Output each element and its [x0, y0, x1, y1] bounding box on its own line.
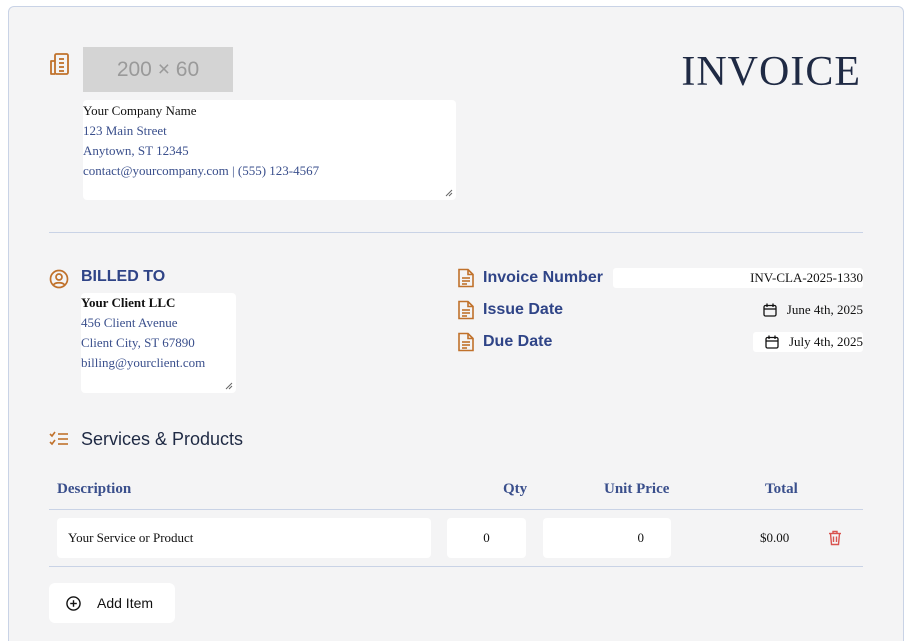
issue-date-picker[interactable]: June 4th, 2025 — [748, 300, 863, 320]
column-header-total: Total — [765, 481, 798, 497]
logo-placeholder[interactable]: 200 × 60 — [83, 47, 233, 92]
due-date-row: Due Date July 4th, 2025 — [457, 332, 863, 354]
document-icon — [458, 268, 474, 288]
company-contact: contact@yourcompany.com | (555) 123-4567 — [83, 163, 320, 178]
item-description-input[interactable]: Your Service or Product — [57, 518, 431, 558]
document-icon — [458, 300, 474, 320]
company-address-textarea[interactable]: Your Company Name 123 Main Street Anytow… — [83, 100, 456, 200]
table-row-divider — [49, 566, 863, 567]
client-street: 456 Client Avenue — [81, 315, 178, 330]
add-item-button[interactable]: Add Item — [49, 583, 175, 623]
client-city: Client City, ST 67890 — [81, 335, 195, 350]
invoice-number-input[interactable]: INV-CLA-2025-1330 — [613, 268, 863, 288]
plus-circle-icon — [66, 595, 81, 611]
item-description-value: Your Service or Product — [68, 530, 194, 545]
client-email: billing@yourclient.com — [81, 355, 206, 370]
issue-date-label: Issue Date — [483, 301, 564, 318]
header-divider — [49, 232, 863, 233]
billed-to-label: BILLED TO — [81, 268, 166, 285]
checklist-icon — [49, 431, 68, 446]
issue-date-value: June 4th, 2025 — [786, 302, 863, 317]
user-circle-icon — [49, 269, 69, 289]
invoice-number-value: INV-CLA-2025-1330 — [750, 270, 863, 285]
client-name: Your Client LLC — [81, 295, 176, 310]
table-header-divider — [49, 509, 863, 510]
issue-date-row: Issue Date June 4th, 2025 — [457, 300, 863, 322]
calendar-icon — [763, 303, 777, 317]
resize-grip-icon[interactable] — [225, 382, 233, 390]
column-header-unit-price: Unit Price — [604, 481, 670, 497]
item-unit-price-value: 0 — [637, 530, 645, 545]
services-title: Services & Products — [81, 429, 244, 449]
calendar-icon — [765, 335, 779, 349]
company-name: Your Company Name — [83, 103, 197, 118]
trash-icon[interactable] — [828, 530, 842, 546]
item-qty-input[interactable]: 0 — [447, 518, 526, 558]
item-total: $0.00 — [760, 530, 790, 545]
company-street: 123 Main Street — [83, 123, 167, 138]
due-date-label: Due Date — [483, 333, 553, 350]
add-item-label: Add Item — [97, 595, 154, 611]
invoice-number-row: Invoice Number INV-CLA-2025-1330 — [457, 268, 863, 290]
invoice-title: INVOICE — [681, 49, 861, 95]
column-header-description: Description — [57, 481, 132, 497]
company-city: Anytown, ST 12345 — [83, 143, 189, 158]
item-unit-price-input[interactable]: 0 — [543, 518, 671, 558]
document-icon — [458, 332, 474, 352]
client-address-textarea[interactable]: Your Client LLC 456 Client Avenue Client… — [81, 293, 236, 393]
resize-grip-icon[interactable] — [445, 189, 453, 197]
column-header-qty: Qty — [503, 481, 528, 497]
due-date-value: July 4th, 2025 — [788, 334, 863, 349]
building-icon — [50, 53, 69, 75]
item-qty-value: 0 — [483, 530, 490, 545]
due-date-picker[interactable]: July 4th, 2025 — [753, 332, 863, 352]
invoice-number-label: Invoice Number — [483, 269, 604, 286]
